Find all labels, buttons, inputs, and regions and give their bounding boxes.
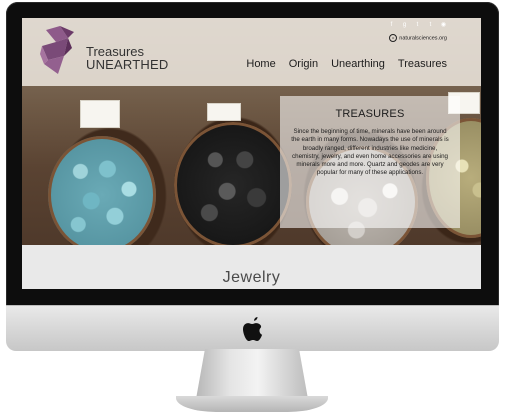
- main-nav: Home Origin Unearthing Treasures: [246, 58, 447, 70]
- google-plus-icon[interactable]: g: [401, 22, 408, 29]
- treasures-panel: TREASURES Since the beginning of time, m…: [280, 96, 460, 228]
- price-card: [207, 103, 241, 121]
- monitor-chin: [6, 305, 499, 351]
- imac-mockup: Treasures UNEARTHED f g t t ◉ c naturalsc…: [0, 0, 505, 419]
- site-logo-text[interactable]: Treasures UNEARTHED: [86, 45, 168, 71]
- panel-body: Since the beginning of time, minerals ha…: [291, 128, 449, 177]
- nav-treasures[interactable]: Treasures: [398, 58, 447, 70]
- monitor-stand-base: [176, 396, 328, 412]
- social-icons: f g t t ◉: [388, 22, 447, 29]
- rss-icon[interactable]: ◉: [440, 22, 447, 29]
- section-heading: Jewelry: [222, 269, 281, 286]
- black-stones-bowl: [174, 122, 292, 248]
- facebook-icon[interactable]: f: [388, 22, 395, 29]
- copyright-icon: c: [389, 34, 398, 42]
- nav-unearthing[interactable]: Unearthing: [331, 58, 385, 70]
- teal-stones-bowl: [48, 136, 156, 254]
- monitor-stand: [196, 349, 308, 399]
- nav-home[interactable]: Home: [246, 58, 275, 70]
- apple-logo-icon: [242, 317, 262, 341]
- crystal-logo-icon[interactable]: [38, 24, 76, 78]
- panel-title: TREASURES: [335, 108, 405, 120]
- jewelry-section: Jewelry: [22, 245, 481, 289]
- website-screen: Treasures UNEARTHED f g t t ◉ c naturalsc…: [22, 18, 481, 289]
- tumblr-icon[interactable]: t: [427, 22, 434, 29]
- nav-origin[interactable]: Origin: [289, 58, 318, 70]
- price-card: [80, 100, 120, 128]
- website-text: naturalsciences.org: [399, 35, 447, 42]
- website-link[interactable]: c naturalsciences.org: [389, 34, 447, 42]
- logo-subtitle: UNEARTHED: [86, 57, 169, 72]
- site-header: Treasures UNEARTHED f g t t ◉ c naturalsc…: [22, 18, 481, 86]
- twitter-icon[interactable]: t: [414, 22, 421, 29]
